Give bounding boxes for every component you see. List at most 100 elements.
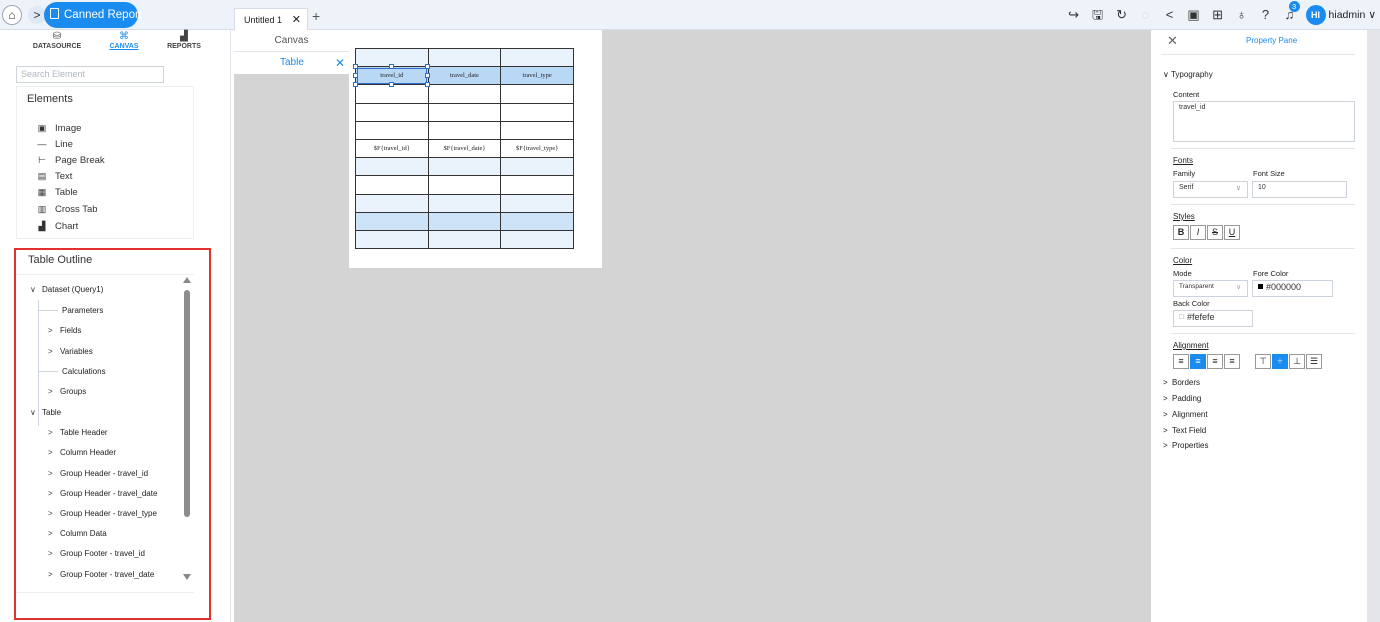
table-cell[interactable]: [500, 211, 574, 231]
table-cell[interactable]: [427, 211, 502, 231]
tree-item-column-data[interactable]: > Column Data: [48, 528, 107, 540]
tree-item-group-header-travel-id[interactable]: > Group Header - travel_id: [48, 468, 148, 480]
structure-canvas[interactable]: Canvas: [234, 30, 349, 52]
table-row[interactable]: [355, 120, 574, 140]
structure-table[interactable]: Table ✕: [234, 52, 349, 74]
tree-item-group-footer-travel-id[interactable]: > Group Footer - travel_id: [48, 548, 145, 560]
align-bottom-icon[interactable]: ⊥: [1289, 354, 1305, 369]
tree-item-calculations[interactable]: Calculations: [62, 366, 106, 378]
help-icon[interactable]: ?: [1254, 4, 1278, 26]
table-cell[interactable]: travel_type: [500, 66, 574, 86]
resize-handle[interactable]: [389, 82, 394, 87]
tab-reports[interactable]: ▟ REPORTS: [149, 32, 219, 51]
table-cell[interactable]: [500, 120, 574, 140]
avatar[interactable]: HI: [1305, 5, 1326, 25]
right-scrollbar[interactable]: [1367, 30, 1380, 622]
content-textarea[interactable]: travel_id: [1173, 101, 1355, 142]
table-cell[interactable]: [355, 193, 429, 213]
fore-color-input[interactable]: #000000: [1252, 280, 1333, 297]
table-row[interactable]: [355, 102, 574, 122]
table-row[interactable]: [355, 211, 574, 231]
resize-handle[interactable]: [389, 64, 394, 69]
save-icon[interactable]: 🖫: [1086, 4, 1110, 26]
table-cell[interactable]: [427, 120, 502, 140]
table-cell[interactable]: [355, 229, 429, 250]
element-cross-tab[interactable]: ▥ Cross Tab: [37, 202, 98, 216]
table-cell[interactable]: $F{travel_type}: [500, 138, 574, 159]
table-cell[interactable]: [500, 229, 574, 250]
table-cell[interactable]: [427, 47, 502, 68]
scrollbar-thumb[interactable]: [184, 290, 190, 517]
element-line[interactable]: — Line: [37, 137, 73, 151]
table-cell[interactable]: [500, 157, 574, 177]
share-icon[interactable]: <: [1158, 4, 1182, 26]
element-table[interactable]: ▦ Table: [37, 185, 78, 199]
resize-handle[interactable]: [353, 64, 358, 69]
font-size-input[interactable]: 10: [1252, 181, 1347, 198]
tree-item-table[interactable]: ∨ Table: [30, 407, 61, 419]
tree-item-group-header-travel-date[interactable]: > Group Header - travel_date: [48, 488, 157, 500]
table-cell[interactable]: $F{travel_date}: [427, 138, 502, 159]
table-cell[interactable]: travel_date: [427, 66, 502, 86]
table-cell[interactable]: [427, 175, 502, 195]
tree-item-table-header[interactable]: > Table Header: [48, 427, 108, 439]
resize-handle[interactable]: [425, 64, 430, 69]
table-row[interactable]: [355, 84, 574, 104]
resize-handle[interactable]: [425, 82, 430, 87]
table-cell[interactable]: [355, 102, 429, 122]
bold-button[interactable]: B: [1173, 225, 1189, 240]
tree-item-variables[interactable]: > Variables: [48, 346, 93, 358]
table-cell[interactable]: [355, 120, 429, 140]
table-row[interactable]: [355, 193, 574, 213]
close-tab-icon[interactable]: ✕: [292, 9, 301, 31]
add-tab-button[interactable]: +: [312, 8, 320, 24]
resize-handle[interactable]: [425, 73, 430, 78]
home-icon[interactable]: ⌂: [2, 5, 22, 25]
redo-icon[interactable]: ↪: [1062, 4, 1086, 26]
close-icon[interactable]: ✕: [335, 52, 345, 74]
accordion-alignment[interactable]: > Alignment: [1163, 410, 1208, 419]
user-menu-caret[interactable]: ∨: [1368, 9, 1376, 21]
strikethrough-button[interactable]: S: [1207, 225, 1223, 240]
align-top-icon[interactable]: ⊤: [1255, 354, 1271, 369]
table-cell[interactable]: [355, 211, 429, 231]
table-cell[interactable]: [427, 157, 502, 177]
table-cell[interactable]: [355, 84, 429, 104]
tree-item-fields[interactable]: > Fields: [48, 325, 81, 337]
table-cell[interactable]: [500, 102, 574, 122]
table-cell[interactable]: [500, 47, 574, 68]
close-icon[interactable]: ✕: [1167, 33, 1178, 49]
element-chart[interactable]: ▟ Chart: [37, 219, 79, 233]
resize-handle[interactable]: [353, 82, 358, 87]
user-name[interactable]: hiadmin: [1329, 9, 1366, 21]
report-table[interactable]: travel_id travel_date travel_type $F{travel…: [355, 47, 574, 250]
align-right-icon[interactable]: ≡: [1207, 354, 1223, 369]
layout-icon[interactable]: ⊞: [1206, 4, 1230, 26]
accordion-padding[interactable]: > Padding: [1163, 394, 1201, 403]
font-family-select[interactable]: Serif ∨: [1173, 181, 1248, 198]
color-mode-select[interactable]: Transparent ∨: [1173, 280, 1248, 297]
table-cell[interactable]: [355, 157, 429, 177]
preview-icon[interactable]: ▣: [1182, 4, 1206, 26]
align-middle-icon[interactable]: ÷: [1272, 354, 1288, 369]
align-left-icon[interactable]: ≡: [1173, 354, 1189, 369]
table-cell[interactable]: $F{travel_id}: [355, 138, 429, 159]
element-text[interactable]: ▤ Text: [37, 169, 73, 183]
table-row[interactable]: [355, 229, 574, 250]
refresh-icon[interactable]: ↻: [1110, 4, 1134, 26]
tree-item-groups[interactable]: > Groups: [48, 386, 86, 398]
table-cell[interactable]: [500, 175, 574, 195]
lightbulb-icon[interactable]: ♁: [1230, 4, 1254, 26]
typography-header[interactable]: ∨ Typography: [1163, 70, 1213, 79]
canned-report-button[interactable]: Canned Report: [44, 2, 142, 28]
table-cell[interactable]: [427, 229, 502, 250]
bell-icon[interactable]: ♫ 3: [1278, 1, 1302, 26]
tree-item-group-footer-travel-date[interactable]: > Group Footer - travel_date: [48, 569, 154, 581]
table-row[interactable]: $F{travel_id} $F{travel_date} $F{travel_ty…: [355, 138, 574, 159]
italic-button[interactable]: I: [1190, 225, 1206, 240]
accordion-text-field[interactable]: > Text Field: [1163, 426, 1206, 435]
element-image[interactable]: ▣ Image: [37, 121, 82, 135]
align-justify-icon[interactable]: ≡: [1224, 354, 1240, 369]
back-color-input[interactable]: #fefefe: [1173, 310, 1253, 327]
table-cell[interactable]: [355, 175, 429, 195]
